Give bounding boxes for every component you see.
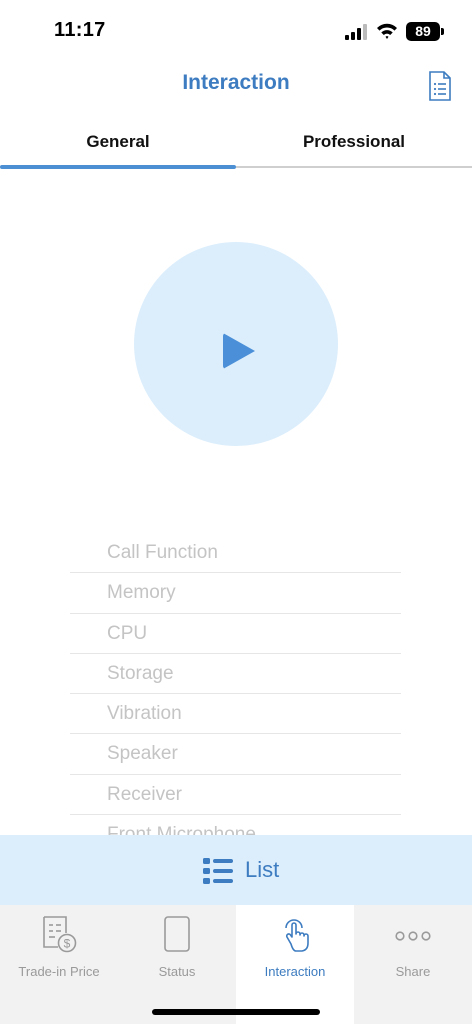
list-icon: [203, 858, 233, 884]
page-title: Interaction: [182, 71, 290, 94]
bottom-tab-bar: $ Trade-in Price Status Interaction Shar…: [0, 905, 472, 1024]
phone-icon: [164, 916, 190, 952]
tab-underline: [236, 166, 472, 168]
list-button-label: List: [245, 857, 280, 882]
tab-label: Trade-in Price: [18, 964, 100, 979]
list-item: CPU: [70, 614, 401, 654]
list-item: Front Microphone: [70, 815, 401, 835]
tab-status[interactable]: Status: [118, 905, 236, 1024]
wifi-icon: [377, 23, 397, 39]
test-item-list: Call Function Memory CPU Storage Vibrati…: [70, 533, 401, 835]
list-item: Vibration: [70, 694, 401, 735]
list-item: Storage: [70, 654, 401, 695]
status-bar: 11:17 89: [0, 0, 472, 60]
status-time: 11:17: [54, 19, 106, 41]
tab-label: Interaction: [264, 964, 326, 979]
tab-interaction[interactable]: Interaction: [236, 905, 354, 1024]
receipt-dollar-icon: $: [43, 916, 77, 953]
list-button[interactable]: List: [0, 835, 472, 905]
tab-general[interactable]: General: [0, 132, 236, 152]
tab-professional[interactable]: Professional: [236, 132, 472, 152]
tab-active-indicator: [0, 165, 236, 169]
more-dots-icon: [395, 931, 431, 941]
play-icon: [223, 333, 255, 369]
tap-hand-icon: [285, 919, 309, 952]
list-item: Receiver: [70, 775, 401, 816]
battery-nub: [441, 28, 444, 35]
cellular-signal-icon: [345, 24, 367, 40]
list-item: Call Function: [70, 533, 401, 574]
tab-label: Share: [395, 964, 431, 979]
list-item: Speaker: [70, 734, 401, 775]
tab-label: Status: [158, 964, 196, 979]
battery-indicator: 89: [406, 22, 440, 41]
tab-trade-in-price[interactable]: $ Trade-in Price: [0, 905, 118, 1024]
svg-text:$: $: [64, 937, 71, 951]
start-test-button[interactable]: [134, 242, 338, 446]
tab-share[interactable]: Share: [354, 905, 472, 1024]
document-list-icon[interactable]: [428, 71, 452, 101]
home-indicator: [152, 1009, 320, 1015]
list-item: Memory: [70, 573, 401, 614]
